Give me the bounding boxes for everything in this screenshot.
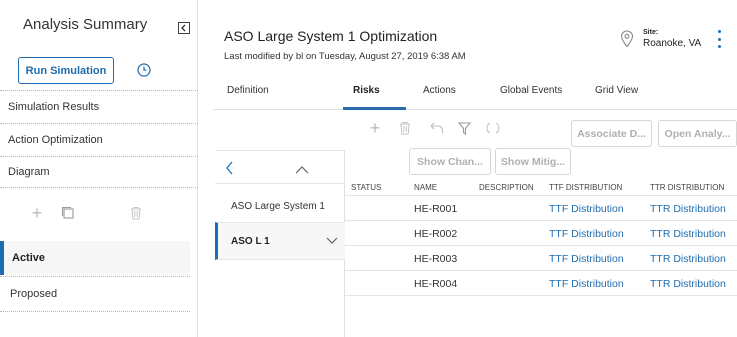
location-pin-icon	[620, 30, 634, 48]
name-cell: HE-R004	[414, 278, 458, 290]
table-row[interactable]: HE-R002 TTF Distribution TTR Distributio…	[345, 222, 737, 246]
clock-icon[interactable]	[136, 62, 152, 78]
run-simulation-button[interactable]: Run Simulation	[18, 57, 114, 84]
ttr-distribution-link[interactable]: TTR Distribution	[650, 247, 726, 271]
tab-risks[interactable]: Risks	[353, 85, 380, 96]
table-row[interactable]: HE-R001 TTF Distribution TTR Distributio…	[345, 197, 737, 221]
trash-icon[interactable]	[397, 120, 413, 136]
ttr-distribution-link[interactable]: TTR Distribution	[650, 272, 726, 296]
ttf-distribution-link[interactable]: TTF Distribution	[549, 197, 624, 221]
ttf-distribution-link[interactable]: TTF Distribution	[549, 247, 624, 271]
column-header-description[interactable]: DESCRIPTION	[479, 178, 534, 196]
grid-header-row: STATUS NAME DESCRIPTION TTF DISTRIBUTION…	[345, 178, 737, 196]
column-header-name[interactable]: NAME	[414, 178, 437, 196]
show-mitigation-button[interactable]: Show Mitig...	[495, 148, 571, 175]
tab-actions[interactable]: Actions	[423, 85, 456, 96]
open-analysis-button[interactable]: Open Analy...	[658, 120, 737, 147]
asset-tree: ASO Large System 1 ASO L 1	[215, 150, 345, 337]
tree-item-label: ASO L 1	[231, 235, 270, 247]
more-options-icon[interactable]	[716, 30, 722, 48]
nav-item-simulation-results[interactable]: Simulation Results	[0, 90, 198, 122]
column-header-status[interactable]: STATUS	[351, 178, 381, 196]
site-value: Roanoke, VA	[643, 38, 702, 49]
ttr-distribution-link[interactable]: TTR Distribution	[650, 222, 726, 246]
active-tab-indicator	[343, 107, 406, 110]
state-item-active[interactable]: Active	[0, 241, 190, 275]
ttf-distribution-link[interactable]: TTF Distribution	[549, 222, 624, 246]
column-header-ttf-distribution[interactable]: TTF DISTRIBUTION	[549, 178, 622, 196]
show-changes-button[interactable]: Show Chan...	[409, 148, 491, 175]
chevron-up-icon[interactable]	[295, 162, 309, 180]
tree-item-aso-large-system-1[interactable]: ASO Large System 1	[215, 190, 345, 222]
name-cell: HE-R003	[414, 253, 458, 265]
state-toolbar: +	[0, 195, 198, 235]
collapse-panel-icon[interactable]	[178, 22, 190, 34]
tab-bar: Definition Risks Actions Global Events G…	[213, 72, 737, 110]
analysis-summary-panel: Analysis Summary Run Simulation Simulati…	[0, 0, 198, 337]
table-row[interactable]: HE-R004 TTF Distribution TTR Distributio…	[345, 272, 737, 296]
tab-global-events[interactable]: Global Events	[500, 85, 562, 96]
chevron-left-icon[interactable]	[225, 161, 235, 180]
filter-icon[interactable]	[456, 120, 472, 136]
page-title: ASO Large System 1 Optimization	[224, 28, 438, 44]
associate-button[interactable]: Associate D...	[571, 120, 652, 147]
name-cell: HE-R002	[414, 228, 458, 240]
trash-icon[interactable]	[128, 205, 144, 221]
analysis-main: ASO Large System 1 Optimization Last mod…	[199, 0, 737, 337]
last-modified-text: Last modified by bl on Tuesday, August 2…	[224, 51, 466, 62]
copy-icon[interactable]	[60, 205, 76, 221]
tab-grid-view[interactable]: Grid View	[595, 85, 638, 96]
add-icon[interactable]: +	[367, 118, 383, 138]
add-icon[interactable]: +	[29, 203, 45, 223]
panel-title: Analysis Summary	[23, 16, 148, 33]
tree-navigation	[215, 150, 345, 184]
nav-item-action-optimization[interactable]: Action Optimization	[0, 123, 198, 155]
chevron-down-icon[interactable]	[326, 237, 338, 248]
nav-item-diagram[interactable]: Diagram	[0, 156, 198, 188]
state-item-proposed[interactable]: Proposed	[0, 276, 190, 312]
link-icon[interactable]	[485, 120, 501, 136]
undo-icon[interactable]	[429, 120, 445, 136]
table-row[interactable]: HE-R003 TTF Distribution TTR Distributio…	[345, 247, 737, 271]
name-cell: HE-R001	[414, 203, 458, 215]
site-label: Site:	[643, 29, 659, 36]
ttr-distribution-link[interactable]: TTR Distribution	[650, 197, 726, 221]
ttf-distribution-link[interactable]: TTF Distribution	[549, 272, 624, 296]
tab-definition[interactable]: Definition	[227, 85, 269, 96]
column-header-ttr-distribution[interactable]: TTR DISTRIBUTION	[650, 178, 724, 196]
tree-item-aso-l-1[interactable]: ASO L 1	[215, 222, 345, 260]
